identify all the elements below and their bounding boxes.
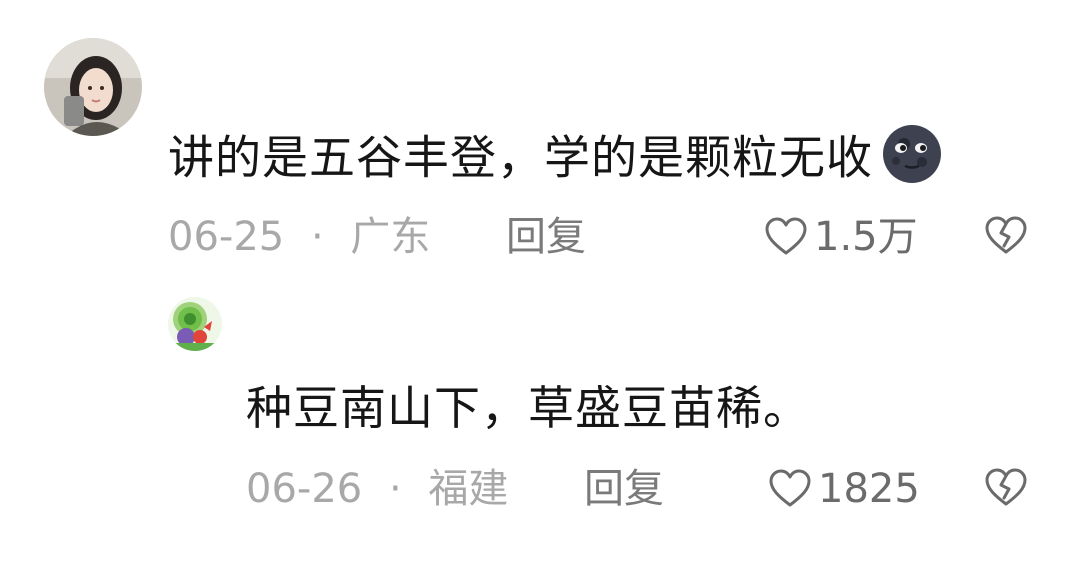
dislike-button[interactable] [984,468,1028,512]
comment-location: 福建 [428,466,509,512]
comment-text: 讲的是五谷丰登，学的是颗粒无收 [168,124,947,198]
comment-body: 种豆南山下，草盛豆苗稀。 [246,381,810,435]
avatar[interactable] [168,297,222,351]
like-count: 1825 [818,466,920,512]
meta-separator: · [388,466,402,512]
like-count: 1.5万 [814,214,918,260]
dislike-button[interactable] [984,216,1028,260]
comment-date: 06-25 [168,214,285,260]
avatar[interactable] [44,38,142,136]
reply-button[interactable]: 回复 [506,213,586,261]
user-avatar-icon [44,38,142,136]
like-button[interactable]: 1.5万 [764,213,918,261]
comment-meta: 06-26 · 福建 [246,465,508,513]
broken-heart-icon [985,468,1027,506]
meta-separator: · [310,214,324,260]
new-moon-face-emoji-icon [877,124,947,198]
heart-outline-icon [769,469,811,507]
comment-location: 广东 [350,214,431,260]
comment-text: 种豆南山下，草盛豆苗稀。 [246,378,810,438]
like-button[interactable]: 1825 [768,465,920,513]
comment-date: 06-26 [246,466,363,512]
heart-outline-icon [765,217,807,255]
reply-button[interactable]: 回复 [584,465,664,513]
comment-meta: 06-25 · 广东 [168,213,430,261]
cartoon-peacock-avatar-icon [168,297,222,351]
broken-heart-icon [985,216,1027,254]
comment-body: 讲的是五谷丰登，学的是颗粒无收 [168,130,873,185]
